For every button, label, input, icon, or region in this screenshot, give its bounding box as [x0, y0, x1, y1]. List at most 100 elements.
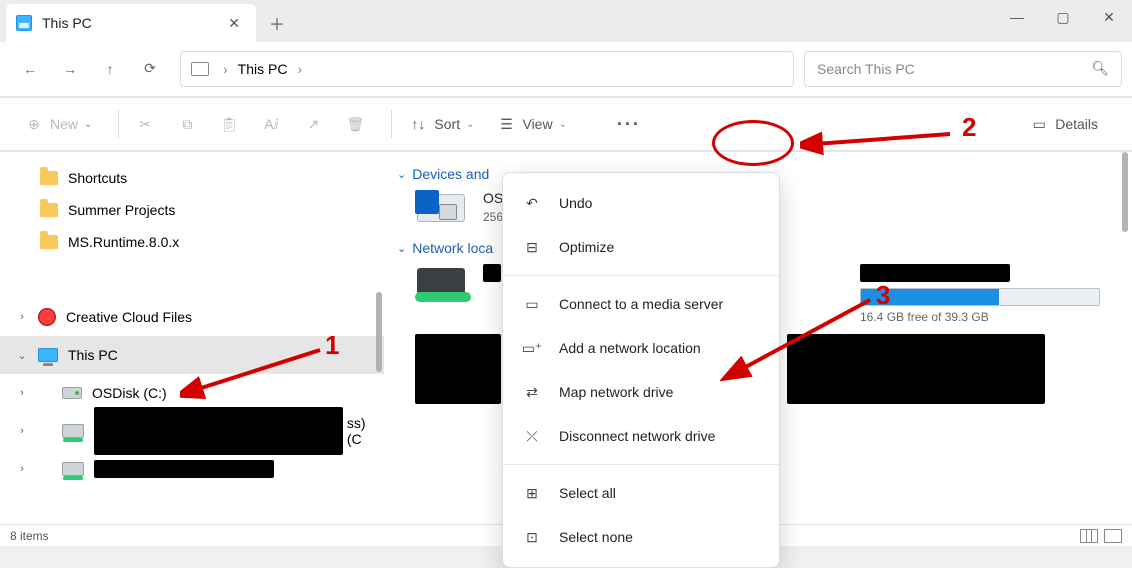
sidebar-item-netdrive-2[interactable]: ›: [0, 450, 384, 488]
cut-button[interactable]: ✂: [129, 108, 161, 140]
tab-this-pc[interactable]: This PC ✕: [6, 4, 256, 42]
group-label: Devices and: [412, 166, 489, 182]
capacity-text: 16.4 GB free of 39.3 GB: [860, 310, 1120, 324]
copy-icon: ⧉: [177, 114, 197, 134]
back-button[interactable]: ←: [10, 49, 50, 89]
sidebar-item-this-pc[interactable]: ⌄ This PC: [0, 336, 384, 374]
forward-button[interactable]: →: [50, 49, 90, 89]
new-button[interactable]: ⊕ New ⌄: [18, 108, 98, 140]
chevron-right-icon[interactable]: ›: [287, 61, 312, 77]
cut-icon: ✂: [135, 114, 155, 134]
sidebar-item-label: MS.Runtime.8.0.x: [68, 234, 179, 250]
sidebar-scrollbar[interactable]: [376, 292, 382, 372]
select-all-icon: ⊞: [521, 482, 543, 504]
more-context-menu: ↶ Undo ⊟ Optimize ▭ Connect to a media s…: [502, 172, 780, 568]
view-large-button[interactable]: [1104, 529, 1122, 543]
paste-icon: 📋︎: [219, 114, 239, 134]
copy-button[interactable]: ⧉: [171, 108, 203, 140]
share-button[interactable]: ↗: [297, 108, 329, 140]
paste-button[interactable]: 📋︎: [213, 108, 245, 140]
menu-divider: [503, 464, 779, 465]
menu-item-select-none[interactable]: ⊡ Select none: [503, 515, 779, 559]
maximize-button[interactable]: ▢: [1040, 0, 1086, 34]
delete-button[interactable]: 🗑︎: [339, 108, 371, 140]
menu-item-media-server[interactable]: ▭ Connect to a media server: [503, 282, 779, 326]
sidebar-item-ms-runtime[interactable]: MS.Runtime.8.0.x: [0, 226, 384, 258]
sidebar-item-summer-projects[interactable]: Summer Projects: [0, 194, 384, 226]
command-toolbar: ⊕ New ⌄ ✂ ⧉ 📋︎ Aⅈ ↗ 🗑︎ ↑↓ Sort ⌄ ☰ View …: [0, 96, 1132, 152]
redacted-thumbnail: [787, 334, 1045, 404]
menu-item-label: Disconnect network drive: [559, 428, 715, 444]
details-label: Details: [1055, 116, 1098, 132]
menu-item-label: Select none: [559, 529, 633, 545]
toolbar-divider: [391, 110, 392, 138]
more-button[interactable]: ···: [613, 108, 645, 140]
search-placeholder: Search This PC: [817, 61, 915, 77]
sidebar-item-label: Shortcuts: [68, 170, 127, 186]
chevron-down-icon: ⌄: [84, 119, 92, 130]
window-controls: — ▢ ✕: [994, 0, 1132, 34]
content-scrollbar[interactable]: [1122, 152, 1128, 232]
sidebar-item-label: Summer Projects: [68, 202, 175, 218]
menu-item-undo[interactable]: ↶ Undo: [503, 181, 779, 225]
drive-capacity-block: [787, 334, 1047, 404]
title-bar: This PC ✕ ＋ — ▢ ✕: [0, 0, 1132, 42]
tab-title: This PC: [42, 15, 220, 31]
redacted-thumbnail: [415, 334, 501, 404]
search-icon[interactable]: 🔍︎: [1091, 60, 1109, 77]
breadcrumb-bar[interactable]: › This PC ›: [180, 51, 794, 87]
drive-icon: [62, 387, 82, 399]
expand-icon[interactable]: ›: [14, 463, 30, 475]
menu-item-add-network-location[interactable]: ▭⁺ Add a network location: [503, 326, 779, 370]
capacity-fill: [861, 289, 999, 305]
new-tab-button[interactable]: ＋: [260, 6, 294, 40]
rename-button[interactable]: Aⅈ: [255, 108, 287, 140]
folder-icon: [40, 203, 58, 217]
chevron-down-icon: ⌄: [559, 119, 567, 130]
collapse-icon[interactable]: ⌄: [14, 349, 30, 362]
menu-item-disconnect-network-drive[interactable]: ⤫ Disconnect network drive: [503, 414, 779, 458]
details-pane-button[interactable]: ▭ Details: [1023, 108, 1104, 140]
expand-icon[interactable]: ›: [14, 425, 30, 437]
network-drive-icon: [62, 424, 84, 438]
view-icon: ☰: [496, 114, 516, 134]
expand-icon[interactable]: ›: [14, 387, 30, 399]
menu-item-map-network-drive[interactable]: ⇄ Map network drive: [503, 370, 779, 414]
sidebar-item-creative-cloud[interactable]: › Creative Cloud Files: [0, 298, 384, 336]
sort-button[interactable]: ↑↓ Sort ⌄: [402, 108, 480, 140]
search-input[interactable]: Search This PC 🔍︎: [804, 51, 1122, 87]
menu-item-optimize[interactable]: ⊟ Optimize: [503, 225, 779, 269]
refresh-button[interactable]: ⟳: [130, 49, 170, 89]
view-label: View: [522, 116, 552, 132]
media-server-icon: ▭: [521, 293, 543, 315]
view-button[interactable]: ☰ View ⌄: [490, 108, 572, 140]
network-drive-icon: [62, 462, 84, 476]
pc-icon: [191, 62, 209, 76]
new-icon: ⊕: [24, 114, 44, 134]
details-icon: ▭: [1029, 114, 1049, 134]
sidebar-item-shortcuts[interactable]: Shortcuts: [0, 162, 384, 194]
minimize-button[interactable]: —: [994, 0, 1040, 34]
group-label: Network loca: [412, 240, 493, 256]
redacted-label: [860, 264, 1010, 282]
chevron-down-icon: ⌄: [466, 119, 474, 130]
more-icon: ···: [619, 114, 639, 134]
sidebar-gap: [0, 258, 384, 298]
up-button[interactable]: ↑: [90, 49, 130, 89]
tab-close-button[interactable]: ✕: [220, 11, 248, 36]
delete-icon: 🗑︎: [345, 114, 365, 134]
folder-icon: [40, 235, 58, 249]
close-window-button[interactable]: ✕: [1086, 0, 1132, 34]
folder-icon: [40, 171, 58, 185]
view-details-button[interactable]: [1080, 529, 1098, 543]
sort-icon: ↑↓: [408, 114, 428, 134]
redacted-label: [94, 407, 343, 455]
drive-capacity-block: 16.4 GB free of 39.3 GB: [860, 264, 1120, 324]
address-bar-row: ← → ↑ ⟳ › This PC › Search This PC 🔍︎: [0, 42, 1132, 96]
breadcrumb-location[interactable]: This PC: [238, 61, 288, 77]
expand-icon[interactable]: ›: [14, 311, 30, 323]
menu-item-select-all[interactable]: ⊞ Select all: [503, 471, 779, 515]
sidebar-item-netdrive[interactable]: › ss) (C: [0, 412, 384, 450]
toolbar-divider: [118, 110, 119, 138]
chevron-right-icon: ›: [213, 61, 238, 77]
